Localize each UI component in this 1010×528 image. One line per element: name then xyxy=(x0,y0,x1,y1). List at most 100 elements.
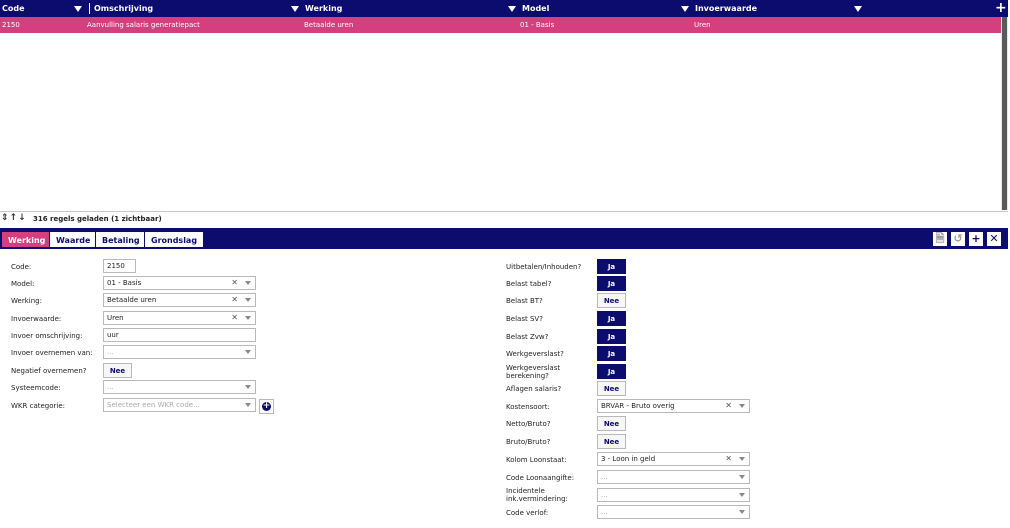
bruto-bruto-label: Bruto/Bruto? xyxy=(506,438,551,446)
incidentele-select[interactable]: ... xyxy=(597,488,750,502)
chevron-down-icon[interactable] xyxy=(245,403,251,407)
code-field[interactable]: 2150 xyxy=(103,259,136,273)
systeemcode-label: Systeemcode: xyxy=(11,384,61,392)
werkgeverslast-berekening-toggle[interactable]: Ja xyxy=(597,364,626,379)
cell-omschrijving: Aanvulling salaris generatiepact xyxy=(87,21,200,29)
filter-arrow-icon[interactable] xyxy=(291,6,299,12)
kostensoort-label: Kostensoort: xyxy=(506,403,550,411)
placeholder: ... xyxy=(107,383,114,391)
belast-zvw-label: Belast Zvw? xyxy=(506,333,549,341)
netto-bruto-label: Netto/Bruto? xyxy=(506,420,551,428)
belast-bt-toggle[interactable]: Nee xyxy=(597,293,626,308)
chevron-down-icon[interactable] xyxy=(739,510,745,514)
invoer-omschrijving-field[interactable]: uur xyxy=(103,328,256,342)
column-header-omschrijving[interactable]: Omschrijving xyxy=(94,0,153,17)
cell-werking: Betaalde uren xyxy=(304,21,354,29)
chevron-down-icon[interactable] xyxy=(245,385,251,389)
plus-circle-icon: + xyxy=(262,401,271,411)
belast-bt-label: Belast BT? xyxy=(506,297,543,305)
filter-arrow-icon[interactable] xyxy=(74,6,82,12)
kolom-loonstaat-select[interactable]: 3 - Loon in geld ✕ xyxy=(597,452,750,466)
filter-arrow-icon[interactable] xyxy=(508,6,516,12)
column-header-werking[interactable]: Werking xyxy=(305,0,342,17)
bruto-bruto-toggle[interactable]: Nee xyxy=(597,434,626,449)
filter-arrow-icon[interactable] xyxy=(854,6,862,12)
grid-header: Code Omschrijving Werking Model Invoerwa… xyxy=(0,0,1008,17)
chevron-down-icon[interactable] xyxy=(245,350,251,354)
clear-icon[interactable]: ✕ xyxy=(231,312,238,324)
clear-icon[interactable]: ✕ xyxy=(725,453,732,465)
column-header-model[interactable]: Model xyxy=(522,0,549,17)
belast-tabel-label: Belast tabel? xyxy=(506,280,552,288)
code-loonaangifte-select[interactable]: ... xyxy=(597,470,750,484)
tab-betaling[interactable]: Betaling xyxy=(95,231,147,248)
belast-zvw-toggle[interactable]: Ja xyxy=(597,329,626,344)
filter-arrow-icon[interactable] xyxy=(681,6,689,12)
model-label: Model: xyxy=(11,280,35,288)
werkgeverslast-label: Werkgeverslast? xyxy=(506,350,564,358)
scrollbar-thumb[interactable] xyxy=(1002,17,1007,210)
werking-select[interactable]: Betaalde uren ✕ xyxy=(103,293,256,307)
chevron-down-icon[interactable] xyxy=(245,316,251,320)
aflagen-salaris-toggle[interactable]: Nee xyxy=(597,381,626,396)
tab-waarde[interactable]: Waarde xyxy=(49,231,98,248)
column-header-invoerwaarde[interactable]: Invoerwaarde xyxy=(695,0,757,17)
kostensoort-select[interactable]: BRVAR - Bruto overig ✕ xyxy=(597,399,750,413)
uitbetalen-label: Uitbetalen/Inhouden? xyxy=(506,263,582,271)
column-header-code[interactable]: Code xyxy=(2,0,25,17)
table-row[interactable]: 2150 Aanvulling salaris generatiepact Be… xyxy=(0,17,1004,33)
clear-icon[interactable]: ✕ xyxy=(231,277,238,289)
code-value: 2150 xyxy=(107,262,125,270)
kostensoort-value: BRVAR - Bruto overig xyxy=(601,402,675,410)
chevron-down-icon[interactable] xyxy=(739,475,745,479)
chevron-down-icon[interactable] xyxy=(245,281,251,285)
code-label: Code: xyxy=(11,263,32,271)
wkr-categorie-select[interactable]: Selecteer een WKR code... xyxy=(103,398,256,412)
werkgeverslast-berekening-label-line2: berekening? xyxy=(506,372,549,380)
add-column-plus-icon[interactable]: + xyxy=(995,0,1007,16)
werkgeverslast-toggle[interactable]: Ja xyxy=(597,346,626,361)
code-verlof-select[interactable]: ... xyxy=(597,505,750,519)
vertical-scrollbar[interactable] xyxy=(1001,17,1008,210)
add-icon[interactable]: + xyxy=(969,232,983,246)
clear-icon[interactable]: ✕ xyxy=(725,400,732,412)
column-separator[interactable] xyxy=(89,3,90,14)
negatief-overnemen-toggle[interactable]: Nee xyxy=(103,363,132,378)
placeholder: ... xyxy=(107,348,114,356)
invoer-omschrijving-label: Invoer omschrijving: xyxy=(11,332,83,340)
invoerwaarde-select[interactable]: Uren ✕ xyxy=(103,311,256,325)
cell-invoerwaarde: Uren xyxy=(694,21,711,29)
model-select[interactable]: 01 - Basis ✕ xyxy=(103,276,256,290)
placeholder: ... xyxy=(601,473,608,481)
chevron-down-icon[interactable] xyxy=(739,404,745,408)
add-wkr-button[interactable]: + xyxy=(259,399,274,414)
belast-sv-label: Belast SV? xyxy=(506,315,543,323)
systeemcode-select[interactable]: ... xyxy=(103,380,256,394)
status-bar: ⇕↑↓ 316 regels geladen (1 zichtbaar) xyxy=(0,212,1008,227)
uitbetalen-toggle[interactable]: Ja xyxy=(597,259,626,274)
tab-grondslag[interactable]: Grondslag xyxy=(144,231,205,248)
save-icon[interactable]: 🗎 xyxy=(933,232,947,246)
aflagen-salaris-label: Aflagen salaris? xyxy=(506,385,562,393)
cell-code: 2150 xyxy=(2,21,20,29)
chevron-down-icon[interactable] xyxy=(739,457,745,461)
chevron-down-icon[interactable] xyxy=(245,298,251,302)
incidentele-label-line2: ink.vermindering: xyxy=(506,495,568,503)
undo-icon[interactable]: ↺ xyxy=(951,232,965,246)
belast-sv-toggle[interactable]: Ja xyxy=(597,311,626,326)
invoer-overnemen-van-select[interactable]: ... xyxy=(103,345,256,359)
tab-werking[interactable]: Werking xyxy=(1,231,53,248)
code-loonaangifte-label: Code Loonaangifte: xyxy=(506,474,575,482)
close-icon[interactable]: ✕ xyxy=(987,232,1001,246)
invoerwaarde-value: Uren xyxy=(107,314,124,322)
werking-value: Betaalde uren xyxy=(107,296,157,304)
belast-tabel-toggle[interactable]: Ja xyxy=(597,276,626,291)
invoer-overnemen-van-label: Invoer overnemen van: xyxy=(11,349,93,357)
code-verlof-label: Code verlof: xyxy=(506,509,549,517)
invoerwaarde-label: Invoerwaarde: xyxy=(11,315,62,323)
navigation-arrows-icon[interactable]: ⇕↑↓ xyxy=(1,213,27,223)
clear-icon[interactable]: ✕ xyxy=(231,294,238,306)
chevron-down-icon[interactable] xyxy=(739,493,745,497)
model-value: 01 - Basis xyxy=(107,279,142,287)
netto-bruto-toggle[interactable]: Nee xyxy=(597,416,626,431)
